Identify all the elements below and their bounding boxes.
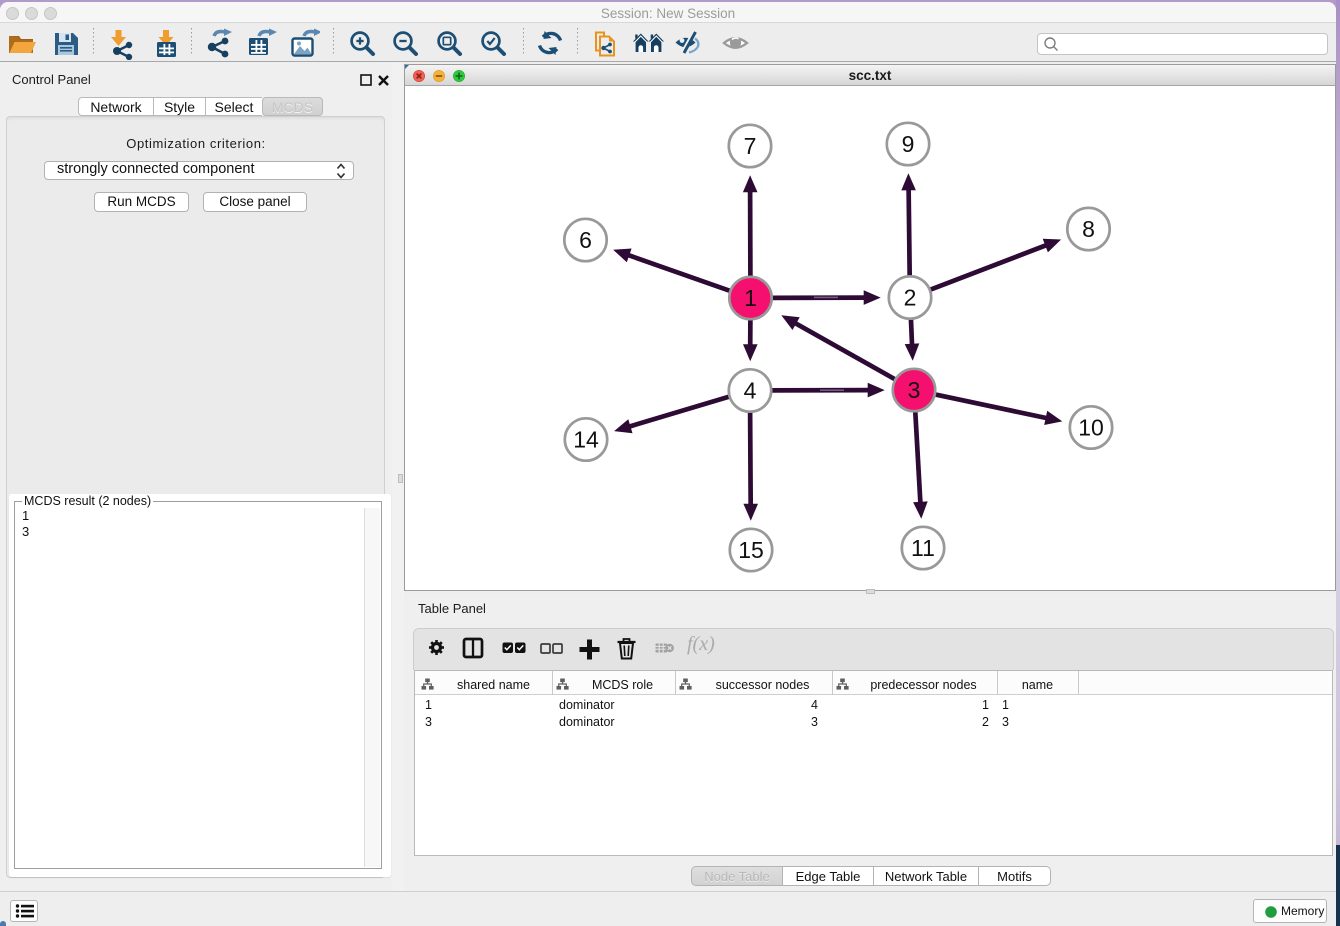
svg-text:1: 1 <box>744 285 757 311</box>
svg-text:9: 9 <box>902 131 915 157</box>
svg-text:8: 8 <box>1082 216 1095 242</box>
svg-text:2: 2 <box>904 285 917 311</box>
svg-text:6: 6 <box>579 227 592 253</box>
svg-text:3: 3 <box>908 377 921 403</box>
svg-text:7: 7 <box>744 133 757 159</box>
svg-text:11: 11 <box>911 535 935 561</box>
svg-text:15: 15 <box>738 537 764 563</box>
svg-text:10: 10 <box>1078 415 1104 441</box>
svg-text:4: 4 <box>744 378 757 404</box>
svg-text:14: 14 <box>573 427 599 453</box>
